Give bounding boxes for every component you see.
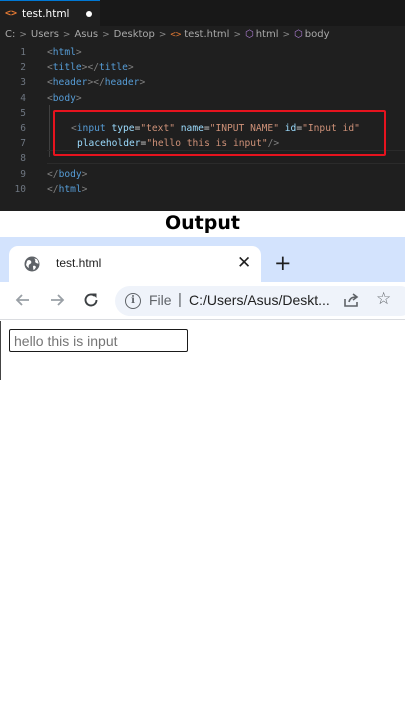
reload-button[interactable] <box>79 288 103 312</box>
viewport-edge <box>0 321 1 380</box>
code-line: 4 <body> <box>0 91 405 106</box>
browser-toolbar: i File | C:/Users/Asus/Deskt... ☆ <box>0 282 405 320</box>
arrow-right-icon <box>51 294 65 306</box>
breadcrumb-item[interactable]: body <box>305 29 330 40</box>
annotation-highlight-box <box>53 110 386 156</box>
editor-tab[interactable]: <> test.html <box>0 0 101 26</box>
editor-tab-bar: <> test.html <box>0 0 405 26</box>
unsaved-dot-icon[interactable] <box>86 10 93 17</box>
breadcrumb-item[interactable]: Users <box>31 29 59 40</box>
address-separator: | <box>178 291 182 308</box>
chevron-right-icon: > <box>62 29 71 40</box>
forward-button[interactable] <box>45 288 69 312</box>
address-scheme-label: File <box>149 292 172 308</box>
html-file-icon: <> <box>5 8 18 19</box>
code-line: 9 </body> <box>0 167 405 182</box>
code-text: <header></header> <box>47 77 146 89</box>
chevron-right-icon: > <box>233 29 241 40</box>
breadcrumb-item[interactable]: Asus <box>74 29 98 40</box>
arrow-left-icon <box>15 294 29 306</box>
browser-tab-title: test.html <box>56 256 102 270</box>
line-number: 6 <box>20 122 26 134</box>
code-line: 3 <header></header> <box>0 75 405 90</box>
line-number: 8 <box>20 153 26 165</box>
code-text: <title></title> <box>47 62 134 74</box>
browser-tab[interactable]: test.html ✕ <box>9 246 261 282</box>
code-text: <html> <box>47 47 82 58</box>
line-number: 7 <box>20 138 26 150</box>
line-number: 4 <box>20 92 26 104</box>
bookmark-star-icon[interactable]: ☆ <box>376 289 391 309</box>
code-line: 2 <title></title> <box>0 60 405 75</box>
demo-text-input[interactable] <box>9 329 188 352</box>
line-number: 3 <box>20 77 26 89</box>
chevron-right-icon: > <box>158 29 167 40</box>
breadcrumb: C: > Users > Asus > Desktop > <> test.ht… <box>0 26 405 43</box>
code-line: 1 <html> <box>0 45 405 60</box>
browser-tab-strip: test.html ✕ + <box>0 237 405 282</box>
breadcrumb-item[interactable]: C: <box>5 29 15 40</box>
reload-icon <box>84 293 98 307</box>
breadcrumb-item[interactable]: Desktop <box>114 29 155 40</box>
html-file-icon: <> <box>170 29 182 40</box>
address-bar[interactable]: i File | C:/Users/Asus/Deskt... <box>115 286 405 316</box>
editor-tab-label: test.html <box>22 7 70 20</box>
info-icon[interactable]: i <box>125 293 141 309</box>
code-text: <body> <box>47 92 82 104</box>
line-number: 5 <box>20 107 26 119</box>
chevron-right-icon: > <box>282 29 291 40</box>
element-cube-icon: ⬡ <box>294 29 303 40</box>
share-icon[interactable] <box>343 292 361 308</box>
output-heading: Output <box>165 212 240 234</box>
close-tab-icon[interactable]: ✕ <box>237 253 251 273</box>
breadcrumb-item[interactable]: html <box>256 29 279 40</box>
chevron-right-icon: > <box>19 29 27 40</box>
chevron-right-icon: > <box>102 29 110 40</box>
address-url[interactable]: C:/Users/Asus/Deskt... <box>189 292 330 308</box>
code-text: </html> <box>47 183 88 195</box>
code-text: </body> <box>47 168 88 180</box>
back-button[interactable] <box>11 288 35 312</box>
breadcrumb-item[interactable]: test.html <box>184 29 229 40</box>
browser-window: test.html ✕ + i File | C:/Users/Asus/Des <box>0 237 405 380</box>
line-number: 1 <box>20 47 26 58</box>
code-line: 10 </html> <box>0 182 405 197</box>
element-cube-icon: ⬡ <box>244 29 254 40</box>
new-tab-button[interactable]: + <box>274 252 292 274</box>
line-number: 2 <box>20 62 26 74</box>
line-number: 10 <box>14 183 26 195</box>
globe-icon <box>24 256 40 272</box>
page-viewport <box>0 321 405 380</box>
line-number: 9 <box>20 168 26 180</box>
code-editor: <> test.html C: > Users > Asus > Desktop… <box>0 0 405 211</box>
